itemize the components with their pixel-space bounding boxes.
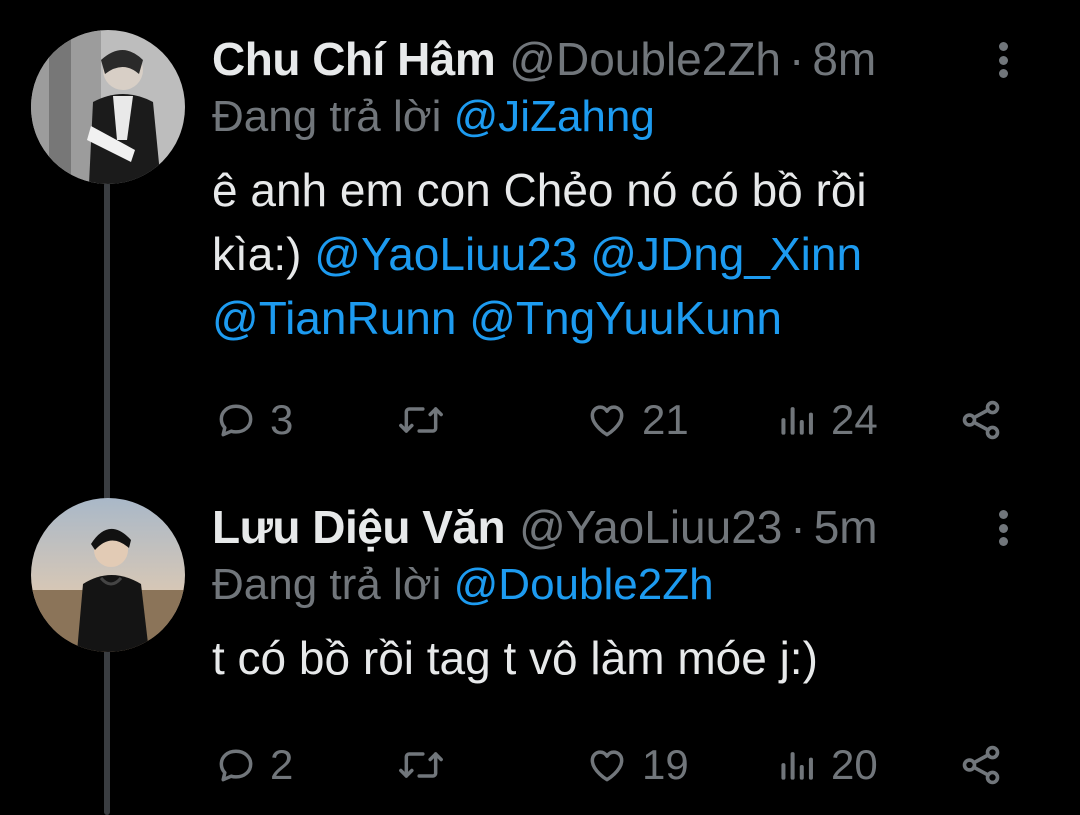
like-count: 21	[642, 396, 689, 443]
tweet-text-line: ê anh em con Chẻo nó có bồ rồi	[212, 164, 867, 216]
tweet-actions: 2 19 20	[212, 735, 1012, 795]
more-vertical-icon[interactable]	[992, 510, 1014, 546]
author-handle[interactable]: @YaoLiuu23	[519, 498, 782, 556]
more-vertical-icon[interactable]	[992, 42, 1014, 78]
retweet-button[interactable]	[397, 390, 445, 450]
mention-link[interactable]: @TianRunn	[212, 292, 456, 344]
reply-bubble-icon	[219, 404, 253, 437]
share-button[interactable]	[958, 390, 1004, 450]
author-handle[interactable]: @Double2Zh	[509, 30, 781, 88]
mention-link[interactable]: @JDng_Xinn	[590, 228, 862, 280]
like-button[interactable]: 19	[584, 735, 689, 795]
timestamp[interactable]: 8m	[812, 30, 876, 88]
timestamp[interactable]: 5m	[814, 498, 878, 556]
reply-count: 2	[270, 741, 294, 788]
separator-dot: ·	[790, 501, 806, 553]
tweet-actions: 3 21 24	[212, 390, 1012, 450]
reply-button[interactable]: 3	[214, 390, 293, 450]
tweet-text: ê anh em con Chẻo nó có bồ rồi kìa:) @Ya…	[212, 158, 1060, 350]
like-button[interactable]: 21	[584, 390, 689, 450]
analytics-bars-icon	[781, 752, 813, 780]
tweet-text-fragment: kìa:)	[212, 228, 302, 280]
replying-to-label: Đang trả lời	[212, 92, 442, 141]
heart-icon	[590, 750, 624, 782]
share-button[interactable]	[958, 735, 1004, 795]
views-button[interactable]: 20	[775, 735, 878, 795]
reply-bubble-icon	[219, 749, 253, 782]
replying-to-mention[interactable]: @Double2Zh	[454, 560, 714, 609]
replying-to-mention[interactable]: @JiZahng	[454, 92, 655, 141]
share-icon	[962, 400, 1000, 440]
separator-dot: ·	[789, 33, 805, 85]
analytics-bars-icon	[781, 407, 813, 435]
retweet-button[interactable]	[397, 735, 445, 795]
share-icon	[962, 745, 1000, 785]
mention-link[interactable]: @TngYuuKunn	[469, 292, 782, 344]
replying-to: Đang trả lời @JiZahng	[212, 88, 1060, 146]
view-count: 20	[831, 741, 878, 788]
mention-link[interactable]: @YaoLiuu23	[314, 228, 577, 280]
reply-count: 3	[270, 396, 294, 443]
replying-to-label: Đang trả lời	[212, 560, 442, 609]
retweet-icon	[399, 752, 443, 778]
author-name[interactable]: Chu Chí Hâm	[212, 30, 496, 88]
retweet-icon	[399, 407, 443, 433]
tweet-text: t có bồ rồi tag t vô làm móe j:)	[212, 626, 1060, 690]
tweet-text-line: t có bồ rồi tag t vô làm móe j:)	[212, 632, 818, 684]
view-count: 24	[831, 396, 878, 443]
reply-button[interactable]: 2	[214, 735, 293, 795]
author-name[interactable]: Lưu Diệu Văn	[212, 498, 506, 556]
avatar[interactable]	[31, 30, 185, 184]
avatar[interactable]	[31, 498, 185, 652]
heart-icon	[590, 405, 624, 437]
like-count: 19	[642, 741, 689, 788]
replying-to: Đang trả lời @Double2Zh	[212, 556, 1060, 614]
views-button[interactable]: 24	[775, 390, 878, 450]
